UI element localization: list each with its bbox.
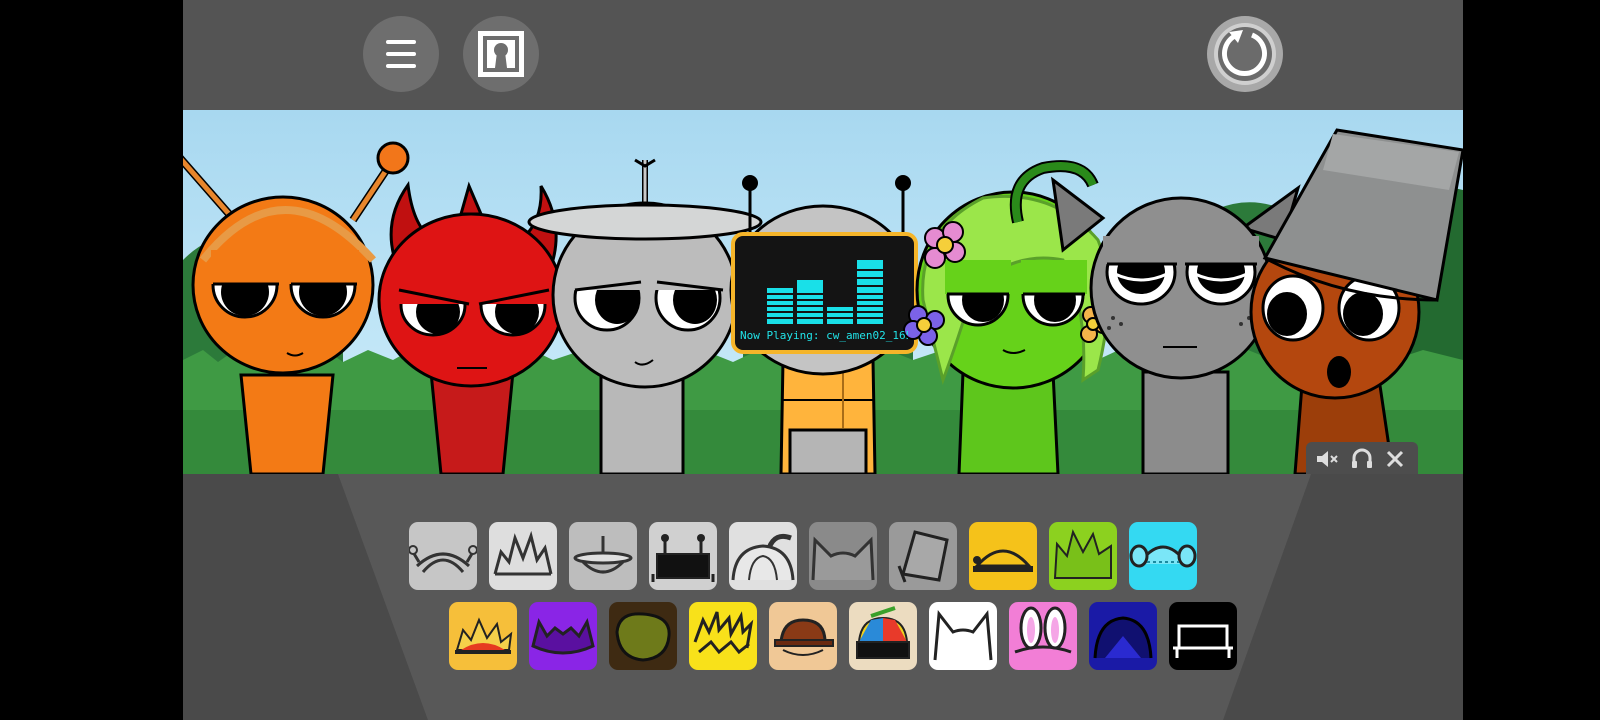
reset-button[interactable]	[1207, 16, 1283, 92]
remove-character-button[interactable]	[1382, 446, 1408, 472]
character-stage: Now Playing: cw_amen02_165	[183, 110, 1463, 474]
bench-outline-icon	[1173, 624, 1233, 658]
sound-slot-15[interactable]	[769, 602, 837, 670]
reset-circle-icon	[1214, 23, 1276, 85]
sound-slot-20[interactable]	[1169, 602, 1237, 670]
profile-button[interactable]	[463, 16, 539, 92]
now-playing-text: Now Playing: cw_amen02_165	[740, 329, 908, 342]
sound-slot-18[interactable]	[1009, 602, 1077, 670]
pumpkin-stem-icon	[731, 533, 795, 581]
blue-dome-icon	[1093, 616, 1153, 659]
sound-slot-10[interactable]	[1129, 522, 1197, 590]
sound-slot-13[interactable]	[609, 602, 677, 670]
blue-earmuffs-icon	[1129, 544, 1197, 568]
mute-icon	[1317, 451, 1338, 467]
sound-slot-1[interactable]	[409, 522, 477, 590]
top-bar	[183, 0, 1463, 110]
sound-slot-8[interactable]	[969, 522, 1037, 590]
sound-slot-12[interactable]	[529, 602, 597, 670]
bucket-hat-icon	[897, 530, 949, 583]
sunburst-icon	[455, 617, 513, 654]
headphones-icon	[1352, 448, 1372, 468]
pink-flower-icon	[924, 221, 966, 269]
cat-ears-icon	[811, 536, 875, 581]
sound-slot-17[interactable]	[929, 602, 997, 670]
white-cat-ears-icon	[933, 610, 993, 661]
sound-slot-14[interactable]	[689, 602, 757, 670]
character-audio-controls	[1306, 442, 1418, 476]
yellow-dome-icon	[973, 549, 1033, 572]
close-icon	[1386, 450, 1404, 468]
sound-icon-tray	[183, 474, 1463, 720]
tray-background	[183, 474, 1463, 720]
solo-button[interactable]	[1349, 446, 1375, 472]
sound-slot-5[interactable]	[729, 522, 797, 590]
mute-button[interactable]	[1314, 446, 1340, 472]
game-screen: Now Playing: cw_amen02_165	[183, 0, 1463, 720]
sound-slot-2[interactable]	[489, 522, 557, 590]
sound-slot-9[interactable]	[1049, 522, 1117, 590]
propeller-cap-icon	[856, 606, 910, 659]
sound-slot-6[interactable]	[809, 522, 877, 590]
bunny-ears-icon	[1014, 606, 1072, 654]
lightning-hair-icon	[693, 611, 754, 655]
hamburger-menu-icon	[386, 40, 416, 68]
sound-slot-3[interactable]	[569, 522, 637, 590]
saucer-hat-icon	[573, 536, 633, 574]
sound-slot-11[interactable]	[449, 602, 517, 670]
olive-leaf-icon	[615, 612, 671, 662]
brown-cap-icon	[774, 618, 834, 656]
sound-slot-7[interactable]	[889, 522, 957, 590]
sound-slot-16[interactable]	[849, 602, 917, 670]
green-spikes-icon	[1053, 529, 1112, 579]
sound-slot-4[interactable]	[649, 522, 717, 590]
menu-button[interactable]	[363, 16, 439, 92]
spiky-hair-icon	[493, 530, 553, 576]
antenna-headphones-icon	[409, 545, 477, 573]
sound-slot-19[interactable]	[1089, 602, 1157, 670]
keyhole-portrait-icon	[478, 31, 524, 77]
purple-horns-icon	[531, 618, 595, 655]
tv-antenna-icon	[651, 534, 715, 582]
